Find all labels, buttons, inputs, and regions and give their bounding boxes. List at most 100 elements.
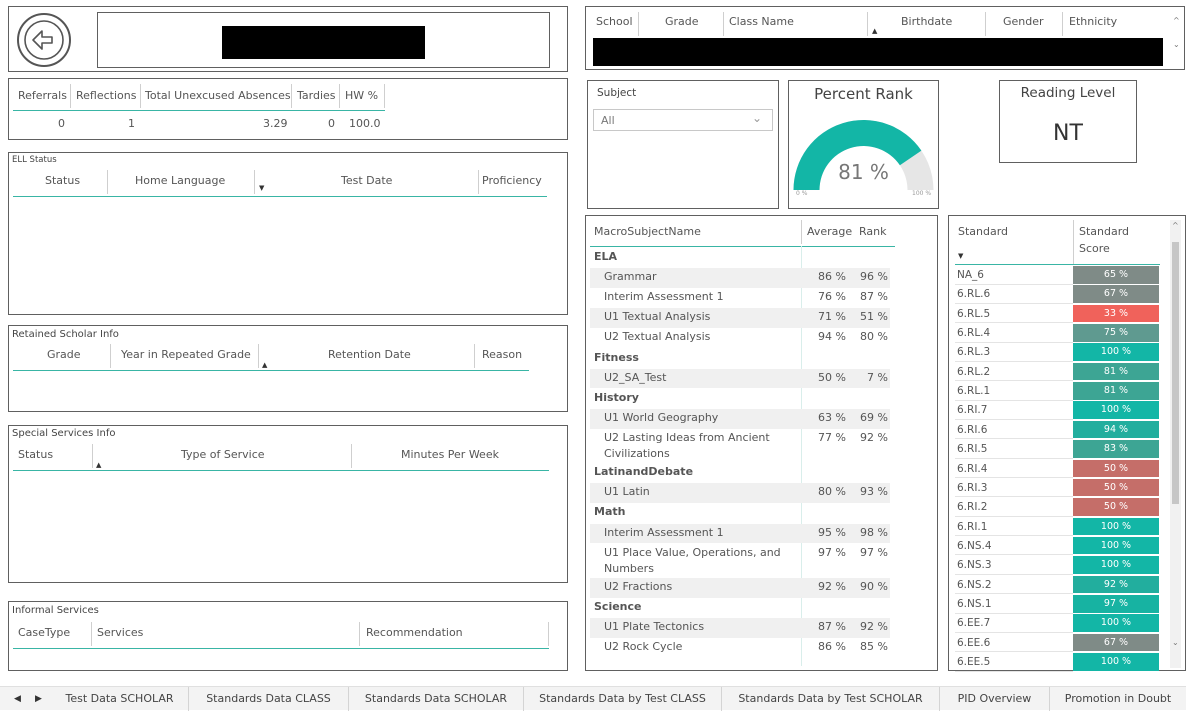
subject-name: U2 Fractions — [604, 579, 673, 593]
table-row[interactable]: 6.RI.4 50 % — [955, 459, 1160, 479]
col-home-language: Home Language — [135, 174, 226, 187]
table-row[interactable]: 6.RI.1 100 % — [955, 517, 1160, 537]
rank-value: 92 % — [860, 430, 888, 444]
group-row[interactable]: Fitness — [590, 349, 890, 369]
group-row[interactable]: History — [590, 389, 890, 409]
table-row[interactable]: 6.NS.3 100 % — [955, 556, 1160, 575]
subject-label: Subject — [597, 87, 637, 99]
sort-up-icon[interactable]: ▲ — [872, 27, 877, 35]
gauge-max-label: 100 % — [912, 190, 932, 197]
table-row[interactable]: 6.RL.5 33 % — [955, 304, 1160, 324]
table-row[interactable]: U1 Latin 80 % 93 % — [590, 483, 890, 504]
scroll-up-icon[interactable]: ^ — [1172, 221, 1179, 230]
table-row[interactable]: 6.RL.4 75 % — [955, 324, 1160, 343]
prev-page-icon[interactable]: ◀ — [14, 687, 21, 711]
scroll-down-icon[interactable]: ⌄ — [1173, 40, 1180, 49]
col-retention-date: Retention Date — [328, 348, 411, 361]
rank-value: 98 % — [860, 525, 888, 539]
subject-name: U2 Rock Cycle — [604, 640, 683, 654]
next-page-icon[interactable]: ▶ — [35, 687, 42, 711]
informal-services-title: Informal Services — [12, 605, 99, 616]
table-row[interactable]: 6.RI.6 94 % — [955, 420, 1160, 440]
table-row[interactable]: U2 Rock Cycle 86 % 85 % — [590, 638, 890, 658]
table-row[interactable]: Interim Assessment 1 76 % 87 % — [590, 288, 890, 308]
group-row[interactable]: LatinandDebate — [590, 463, 890, 483]
group-row[interactable]: ELA — [590, 248, 890, 268]
col-average: Average — [807, 225, 853, 238]
table-row[interactable]: 6.EE.5 100 % — [955, 653, 1160, 672]
table-row[interactable]: U1 Place Value, Operations, and Numbers 97… — [590, 544, 890, 578]
col-reason: Reason — [482, 348, 523, 361]
standard-score-cell: 100 % — [1073, 536, 1159, 556]
subject-dropdown[interactable]: All ⌄ — [593, 109, 773, 131]
group-row[interactable]: Math — [590, 503, 890, 523]
table-row[interactable]: 6.RI.3 50 % — [955, 478, 1160, 498]
table-row[interactable]: U1 World Geography 63 % 69 % — [590, 408, 890, 429]
divider — [985, 12, 986, 36]
table-row[interactable]: 6.RI.5 83 % — [955, 440, 1160, 459]
tab-standards-data-class[interactable]: Standards Data CLASS — [189, 687, 349, 711]
scroll-down-icon[interactable]: ⌄ — [1172, 638, 1179, 647]
col-casetype: CaseType — [18, 626, 71, 639]
special-services-title: Special Services Info — [12, 428, 116, 439]
table-row[interactable]: U2 Lasting Ideas from Ancient Civilizatio… — [590, 429, 890, 463]
divider — [723, 12, 724, 36]
tab-standards-data-scholar[interactable]: Standards Data SCHOLAR — [349, 687, 524, 711]
group-name: History — [594, 390, 639, 404]
group-name: Fitness — [594, 350, 639, 364]
table-row[interactable]: 6.RI.2 50 % — [955, 498, 1160, 517]
table-row[interactable]: U2 Fractions 92 % 90 % — [590, 577, 890, 598]
divider — [478, 170, 479, 194]
standards-scroll-thumb[interactable] — [1172, 242, 1179, 504]
sort-down-icon[interactable]: ▼ — [958, 252, 963, 260]
table-row[interactable]: 6.EE.7 100 % — [955, 614, 1160, 633]
table-row[interactable]: 6.RI.7 100 % — [955, 401, 1160, 421]
scroll-up-icon[interactable]: ^ — [1173, 16, 1180, 25]
subject-name: U1 World Geography — [604, 410, 719, 424]
col-tardies: Tardies — [297, 89, 336, 102]
table-row[interactable]: 6.RL.3 100 % — [955, 343, 1160, 362]
subject-name: U1 Place Value, Operations, and — [604, 545, 781, 559]
rank-value: 96 % — [860, 270, 888, 284]
table-row[interactable]: 6.RL.1 81 % — [955, 382, 1160, 401]
table-row[interactable]: 6.NS.1 97 % — [955, 594, 1160, 614]
subject-name: Interim Assessment 1 — [604, 525, 724, 539]
sort-up-icon[interactable]: ▲ — [262, 361, 267, 369]
table-row[interactable]: 6.EE.6 67 % — [955, 633, 1160, 653]
rank-value: 80 % — [860, 330, 888, 344]
subject-name-continued: Civilizations — [604, 446, 670, 460]
standards-scrollbar[interactable] — [1170, 220, 1181, 668]
sort-down-icon[interactable]: ▼ — [259, 184, 264, 192]
tab-pid-overview[interactable]: PID Overview — [940, 687, 1050, 711]
table-row[interactable]: 6.RL.2 81 % — [955, 362, 1160, 382]
table-row[interactable]: U2 Textual Analysis 94 % 80 % — [590, 328, 890, 348]
standard-score-cell: 81 % — [1073, 382, 1159, 401]
rank-value: 69 % — [860, 410, 888, 424]
header-underline — [955, 264, 1160, 265]
standard-code: 6.RL.4 — [957, 327, 991, 340]
sort-up-icon[interactable]: ▲ — [96, 461, 101, 469]
table-row[interactable]: Grammar 86 % 96 % — [590, 268, 890, 288]
average-value: 80 % — [818, 485, 846, 499]
tab-standards-data-by-test-scholar[interactable]: Standards Data by Test SCHOLAR — [722, 687, 940, 711]
value-tardies: 0 — [328, 117, 335, 130]
table-row[interactable]: NA_6 65 % — [955, 266, 1160, 285]
col-hw: HW % — [345, 89, 379, 102]
average-value: 86 % — [818, 270, 846, 284]
table-row[interactable]: U2_SA_Test 50 % 7 % — [590, 368, 890, 389]
table-row[interactable]: Interim Assessment 1 95 % 98 % — [590, 523, 890, 544]
table-row[interactable]: U1 Plate Tectonics 87 % 92 % — [590, 618, 890, 638]
header-underline — [590, 246, 895, 247]
subject-name: U2 Lasting Ideas from Ancient — [604, 430, 770, 444]
tab-standards-data-by-test-class[interactable]: Standards Data by Test CLASS — [524, 687, 722, 711]
tab-promotion-in-doubt[interactable]: Promotion in Doubt — [1050, 687, 1186, 711]
group-row[interactable]: Science — [590, 598, 890, 618]
standard-score-cell: 100 % — [1073, 517, 1159, 537]
table-row[interactable]: 6.NS.4 100 % — [955, 536, 1160, 556]
rank-value: 92 % — [860, 620, 888, 634]
table-row[interactable]: U1 Textual Analysis 71 % 51 % — [590, 308, 890, 329]
table-row[interactable]: 6.RL.6 67 % — [955, 285, 1160, 304]
tab-test-data-scholar[interactable]: Test Data SCHOLAR — [51, 687, 189, 711]
back-button[interactable] — [17, 13, 71, 67]
table-row[interactable]: 6.NS.2 92 % — [955, 575, 1160, 595]
